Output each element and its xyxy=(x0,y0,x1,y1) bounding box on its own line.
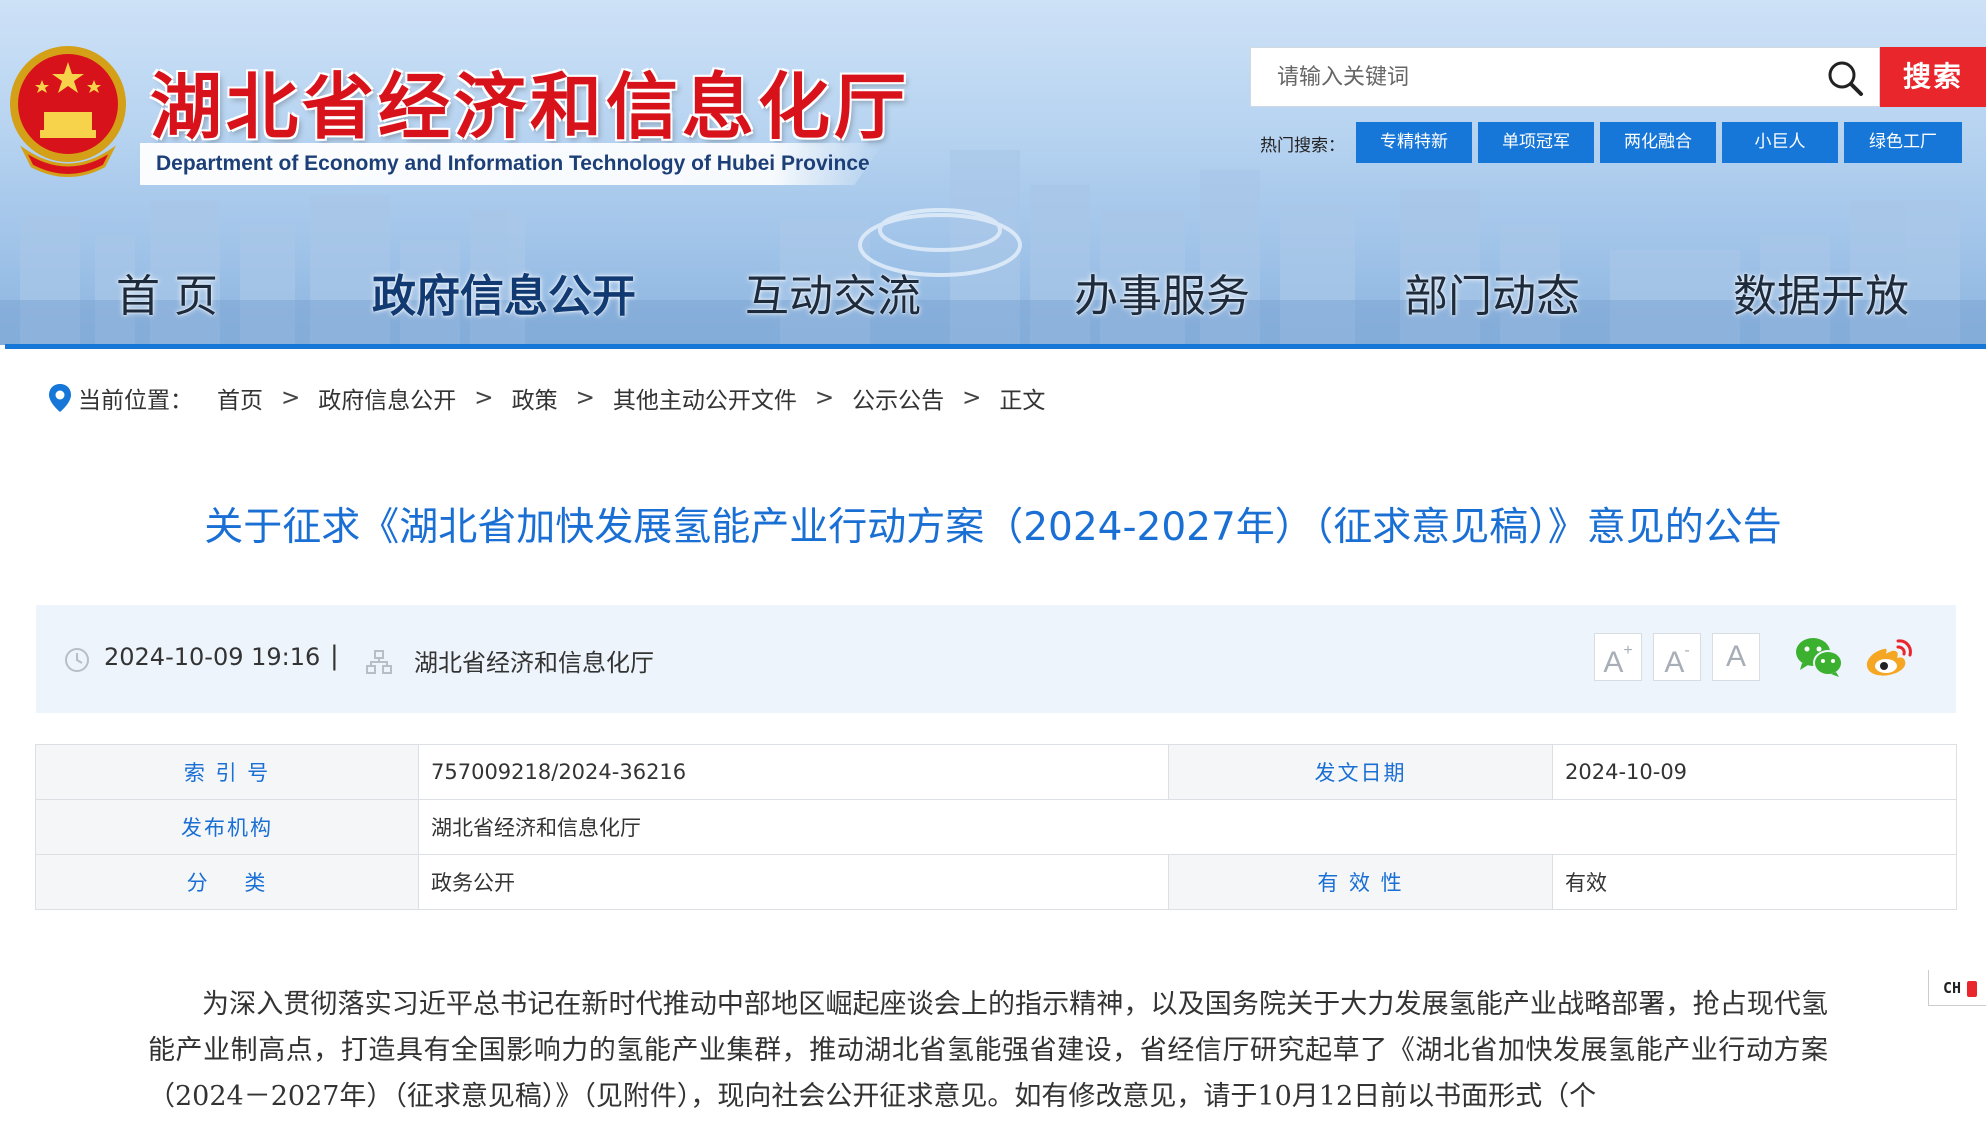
issuing-org-value: 湖北省经济和信息化厅 xyxy=(418,799,1957,855)
validity-value: 有效 xyxy=(1552,854,1957,910)
meta-divider: | xyxy=(330,641,339,671)
breadcrumb-item[interactable]: 其他主动公开文件 xyxy=(613,381,797,415)
breadcrumb-separator: > xyxy=(575,385,595,411)
hot-tag[interactable]: 单项冠军 xyxy=(1478,122,1594,163)
ime-language-indicator[interactable]: CH xyxy=(1928,970,1986,1006)
breadcrumb-item-current: 正文 xyxy=(999,388,1046,414)
article-paragraph: 为深入贯彻落实习近平总书记在新时代推动中部地区崛起座谈会上的指示精神，以及国务院… xyxy=(148,989,1828,1112)
issue-date-label: 发文日期 xyxy=(1168,744,1553,800)
nav-item-dept-news[interactable]: 部门动态 xyxy=(1404,262,1580,332)
site-subtitle: Department of Economy and Information Te… xyxy=(140,143,884,185)
nav-item-interaction[interactable]: 互动交流 xyxy=(745,262,921,332)
hot-tag[interactable]: 小巨人 xyxy=(1722,122,1838,163)
nav-item-open-data[interactable]: 数据开放 xyxy=(1733,262,1909,332)
search-input[interactable] xyxy=(1251,48,1811,106)
font-decrease-button[interactable]: A- xyxy=(1653,633,1701,681)
article-meta-bar: 2024-10-09 19:16 | 湖北省经济和信息化厅 A+ A- A xyxy=(36,605,1956,713)
nav-item-services[interactable]: 办事服务 xyxy=(1074,262,1250,332)
font-reset-button[interactable]: A xyxy=(1712,633,1760,681)
hot-tag[interactable]: 绿色工厂 xyxy=(1844,122,1962,163)
issue-date-value: 2024-10-09 xyxy=(1552,744,1957,800)
location-pin-icon xyxy=(49,384,71,412)
index-number-value: 757009218/2024-36216 xyxy=(418,744,1169,800)
breadcrumb-separator: > xyxy=(281,385,301,411)
hot-search-label: 热门搜索： xyxy=(1260,136,1345,156)
breadcrumb-item[interactable]: 公示公告 xyxy=(852,381,944,415)
breadcrumb-item[interactable]: 首页 xyxy=(217,381,263,415)
font-increase-button[interactable]: A+ xyxy=(1594,633,1642,681)
search-button[interactable]: 搜索 xyxy=(1880,47,1986,107)
issuing-org-label: 发布机构 xyxy=(35,799,419,855)
index-number-label: 索 引 号 xyxy=(35,744,419,800)
table-row: 分 类 政务公开 有 效 性 有效 xyxy=(35,854,1957,910)
hot-search-tags: 专精特新 单项冠军 两化融合 小巨人 绿色工厂 xyxy=(1356,122,1962,163)
publisher-name: 湖北省经济和信息化厅 xyxy=(414,649,654,677)
ime-mark-icon xyxy=(1967,980,1978,997)
ime-label: CH xyxy=(1943,979,1962,997)
clock-icon xyxy=(65,648,89,672)
validity-label: 有 效 性 xyxy=(1168,854,1553,910)
search-box xyxy=(1250,47,1880,107)
search-icon[interactable] xyxy=(1825,58,1865,98)
breadcrumb: 当前位置： 首页 > 政府信息公开 > 政策 > 其他主动公开文件 > 公示公告… xyxy=(48,380,1045,416)
table-row: 发布机构 湖北省经济和信息化厅 xyxy=(35,799,1957,855)
breadcrumb-item[interactable]: 政策 xyxy=(512,381,558,415)
nav-underline xyxy=(5,344,1986,349)
table-row: 索 引 号 757009218/2024-36216 发文日期 2024-10-… xyxy=(35,744,1957,800)
site-title: 湖北省经济和信息化厅 xyxy=(150,65,911,149)
article-body: 为深入贯彻落实习近平总书记在新时代推动中部地区崛起座谈会上的指示精神，以及国务院… xyxy=(148,982,1828,1120)
breadcrumb-separator: > xyxy=(814,385,835,411)
breadcrumb-separator: > xyxy=(962,385,982,411)
breadcrumb-item[interactable]: 政府信息公开 xyxy=(318,381,456,415)
national-emblem-icon xyxy=(10,46,126,177)
site-header: 湖北省经济和信息化厅 Department of Economy and Inf… xyxy=(0,0,1986,345)
nav-item-home[interactable]: 首 页 xyxy=(116,262,218,332)
document-info-table: 索 引 号 757009218/2024-36216 发文日期 2024-10-… xyxy=(35,744,1957,910)
wechat-icon[interactable] xyxy=(1794,635,1844,679)
hot-tag[interactable]: 两化融合 xyxy=(1600,122,1716,163)
nav-item-gov-info[interactable]: 政府信息公开 xyxy=(372,262,636,332)
publish-datetime: 2024-10-09 19:16 xyxy=(104,643,321,671)
breadcrumb-separator: > xyxy=(474,385,494,411)
article-title: 关于征求《湖北省加快发展氢能产业行动方案（2024-2027年）（征求意见稿）》… xyxy=(204,505,1782,550)
category-value: 政务公开 xyxy=(418,854,1169,910)
breadcrumb-label: 当前位置： xyxy=(78,388,193,414)
weibo-icon[interactable] xyxy=(1864,635,1914,679)
hot-tag[interactable]: 专精特新 xyxy=(1356,122,1472,163)
category-label: 分 类 xyxy=(35,854,419,910)
organization-icon xyxy=(366,650,392,674)
main-nav: 首 页 政府信息公开 互动交流 办事服务 部门动态 数据开放 xyxy=(0,262,1986,332)
